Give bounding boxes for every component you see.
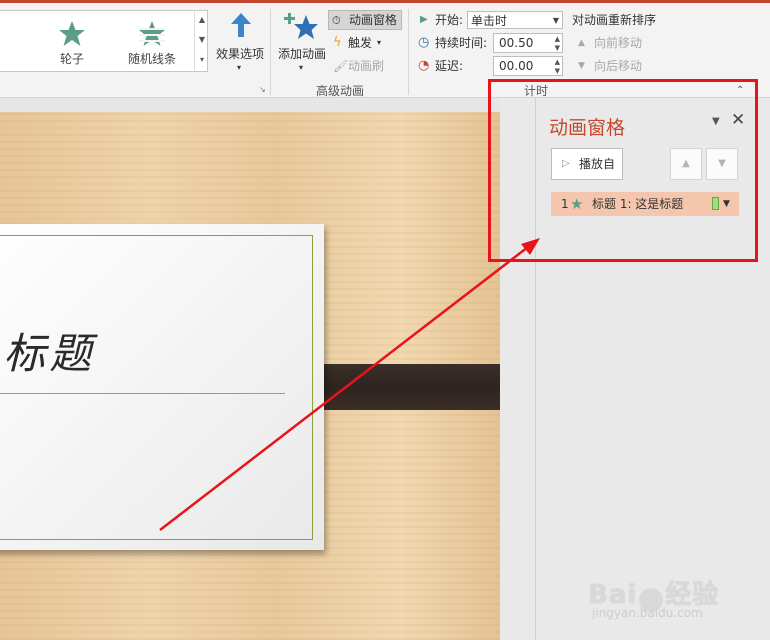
move-later-label: 向后移动 xyxy=(594,59,643,73)
chevron-down-icon: ▾ xyxy=(237,63,242,72)
gallery-scrollbar[interactable]: ▲ ▼ ▾ xyxy=(194,10,209,70)
chevron-down-icon: ▾ xyxy=(377,38,382,47)
gallery-item-label: 轮子 xyxy=(59,52,84,66)
title-underline xyxy=(0,393,285,394)
title-card-border xyxy=(0,235,313,540)
slide-title: 标题 xyxy=(3,329,96,378)
highlight-box xyxy=(488,79,758,262)
animation-pane-label: 动画窗格 xyxy=(349,13,398,27)
lightning-icon: ϟ xyxy=(333,35,342,50)
painter-brush-icon: 🖌 xyxy=(333,59,349,73)
duration-row: ◷ 持续时间: xyxy=(418,33,498,53)
chevron-down-icon: ▼ xyxy=(552,16,559,25)
painter-label: 动画刷 xyxy=(348,59,385,73)
dialog-launcher-icon[interactable]: ↘ xyxy=(259,85,266,94)
start-label: 开始: xyxy=(435,13,464,27)
move-earlier-label: 向前移动 xyxy=(594,36,643,50)
gallery-item-label: 随机线条 xyxy=(127,52,176,66)
clock-icon: ◷ xyxy=(418,35,430,50)
duration-label: 持续时间: xyxy=(435,36,488,50)
chevron-down-icon: ▾ xyxy=(299,63,304,72)
gallery-more-icon[interactable]: ▾ xyxy=(195,50,209,70)
add-animation-star-icon xyxy=(284,13,318,39)
wheel-star-icon xyxy=(59,21,85,46)
trigger-button[interactable]: ϟ 触发 ▾ xyxy=(330,33,394,53)
start-select-value: 单击时 xyxy=(471,14,508,28)
spin-up-icon[interactable]: ▲ xyxy=(555,35,560,43)
delay-label: 延迟: xyxy=(435,59,464,73)
wood-bar-decoration xyxy=(302,364,500,410)
random-bars-star-icon xyxy=(139,21,165,46)
delay-row: ◔ 延迟: xyxy=(418,56,498,76)
watermark-url: jingyan.baidu.com xyxy=(592,606,703,620)
delay-clock-icon: ◔ xyxy=(418,58,430,73)
animation-pane-icon: ⏱ xyxy=(332,14,341,27)
add-animation-button[interactable]: 添加动画 ▾ xyxy=(274,9,330,75)
duration-value: 00.50 xyxy=(499,36,534,50)
effect-options-label: 效果选项 xyxy=(215,47,264,61)
separator xyxy=(408,9,409,95)
reorder-heading: 对动画重新排序 xyxy=(572,13,657,27)
move-earlier-button[interactable]: ▲ 向前移动 xyxy=(576,33,666,53)
gallery-scroll-down-icon[interactable]: ▼ xyxy=(195,30,209,50)
start-select[interactable]: 单击时 ▼ xyxy=(467,11,563,29)
gallery-scroll-up-icon[interactable]: ▲ xyxy=(195,10,209,30)
group-label-advanced-animation: 高级动画 xyxy=(315,84,364,98)
spin-down-icon[interactable]: ▼ xyxy=(555,67,560,75)
triangle-up-icon: ▲ xyxy=(578,38,585,48)
arrow-up-icon xyxy=(231,13,251,37)
move-later-button[interactable]: ▼ 向后移动 xyxy=(576,56,666,76)
triangle-down-icon: ▼ xyxy=(578,61,585,71)
gallery-partial-item[interactable]: e xyxy=(0,15,7,67)
gallery-item-wheel[interactable]: 轮子 xyxy=(32,15,112,67)
animation-gallery: e 轮子 随机线条 xyxy=(0,10,208,72)
slide-title-text[interactable]: ·标题 xyxy=(0,320,95,381)
duration-spinner[interactable]: 00.50 ▲ ▼ xyxy=(493,33,563,53)
animation-painter-button[interactable]: 🖌 动画刷 xyxy=(330,56,394,76)
delay-spinner[interactable]: 00.00 ▲ ▼ xyxy=(493,56,563,76)
effect-options-button[interactable]: 效果选项 ▾ xyxy=(212,9,268,75)
add-animation-label: 添加动画 xyxy=(277,47,326,61)
baidu-watermark: Bai 经验 jingyan.baidu.com xyxy=(588,574,719,620)
play-triangle-icon: ▶ xyxy=(420,14,428,25)
spin-down-icon[interactable]: ▼ xyxy=(555,44,560,52)
animation-pane-button[interactable]: ⏱ 动画窗格 xyxy=(328,10,402,30)
delay-value: 00.00 xyxy=(499,59,534,73)
gallery-item-random-bars[interactable]: 随机线条 xyxy=(112,15,192,67)
separator xyxy=(270,9,271,95)
trigger-label: 触发 xyxy=(348,36,373,50)
spin-up-icon[interactable]: ▲ xyxy=(555,58,560,66)
